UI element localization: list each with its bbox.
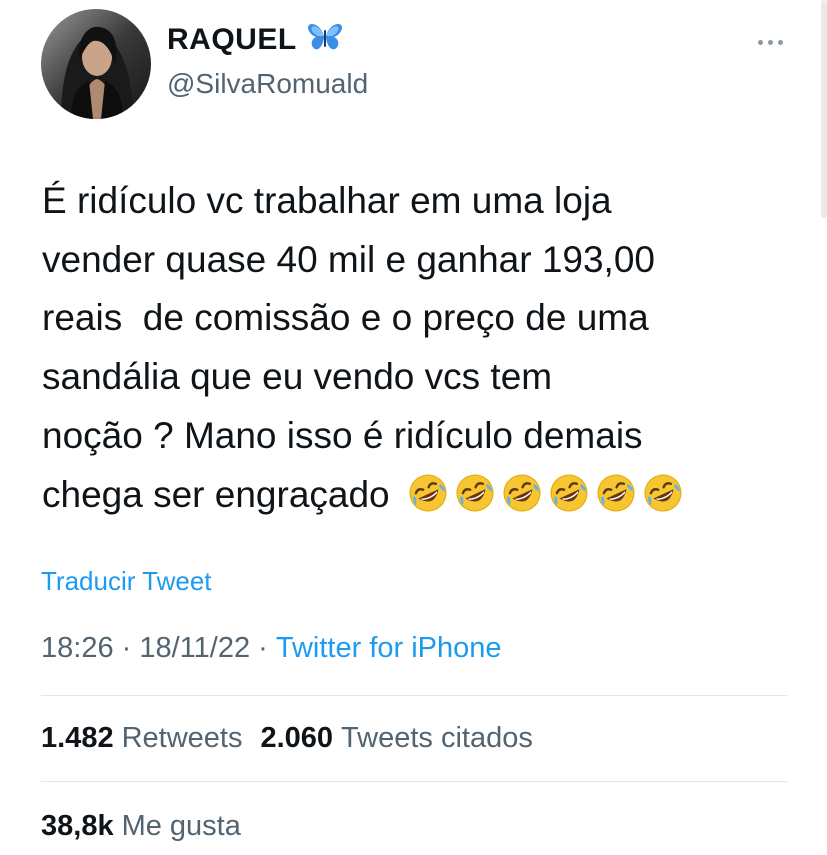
tweet-line-last: chega ser engraçado: [42, 466, 802, 525]
dot: [767, 39, 773, 45]
tweet-meta: 18:26 · 18/11/22 · Twitter for iPhone: [41, 632, 502, 665]
retweets-count: 1.482: [41, 722, 114, 754]
likes-stat[interactable]: 38,8k Me gusta: [41, 810, 241, 843]
tweet-source-link[interactable]: Twitter for iPhone: [276, 632, 502, 665]
divider: [41, 695, 787, 696]
author-name-row[interactable]: RAQUEL: [167, 22, 343, 57]
likes-label: Me gusta: [121, 810, 241, 842]
tweet-line: sandália que eu vendo vcs tem: [42, 356, 553, 398]
butterfly-icon: [307, 22, 343, 57]
rofl-icon: [502, 472, 542, 512]
translate-tweet-link[interactable]: Traducir Tweet: [41, 566, 212, 597]
emoji-group: [408, 472, 683, 512]
rofl-icon: [549, 472, 589, 512]
rofl-icon: [408, 472, 448, 512]
quote-tweets-stat[interactable]: 2.060 Tweets citados: [260, 722, 532, 755]
tweet-line: É ridículo vc trabalhar em uma loja: [42, 180, 612, 221]
dot: [777, 39, 783, 45]
quote-tweets-label: Tweets citados: [341, 722, 533, 754]
dot: [757, 39, 763, 45]
avatar[interactable]: [41, 9, 151, 119]
rofl-icon: [455, 472, 495, 512]
retweets-label: Retweets: [121, 722, 243, 754]
rofl-icon: [596, 472, 636, 512]
tweet-stats: 1.482 Retweets 2.060 Tweets citados: [41, 722, 533, 755]
avatar-photo: [41, 9, 151, 119]
tweet-line: reais de comissão e o preço de uma: [42, 297, 649, 339]
more-options-button[interactable]: [750, 30, 790, 54]
tweet-line: vender quase 40 mil e ganhar 193,00: [42, 238, 655, 280]
tweet-line: chega ser engraçado: [42, 473, 390, 515]
author-display-name[interactable]: RAQUEL: [167, 23, 297, 57]
divider: [41, 781, 787, 782]
likes-count: 38,8k: [41, 810, 114, 842]
tweet-date[interactable]: 18/11/22: [139, 632, 250, 665]
author-handle[interactable]: @SilvaRomuald: [167, 68, 368, 100]
tweet-text: É ridículo vc trabalhar em uma loja vende…: [42, 172, 802, 524]
rofl-icon: [643, 472, 683, 512]
separator: ·: [113, 632, 140, 664]
tweet-line: noção ? Mano isso é ridículo demais: [42, 414, 643, 456]
scrollbar[interactable]: [821, 0, 827, 218]
tweet-time[interactable]: 18:26: [41, 632, 114, 665]
retweets-stat[interactable]: 1.482 Retweets: [41, 722, 242, 755]
separator: ·: [250, 632, 276, 664]
quote-tweets-count: 2.060: [260, 722, 334, 754]
